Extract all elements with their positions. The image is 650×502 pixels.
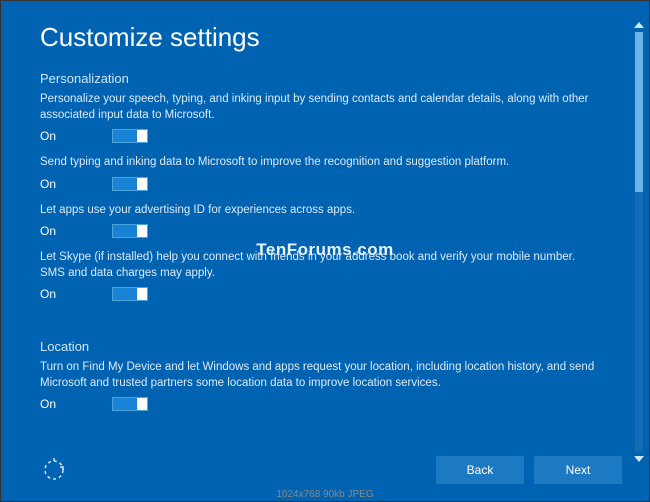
- scroll-down-icon[interactable]: [634, 456, 644, 462]
- toggle-switch[interactable]: [112, 177, 148, 191]
- scroll-thumb[interactable]: [635, 32, 643, 192]
- section-header-personalization: Personalization: [40, 71, 600, 86]
- footer-buttons: Back Next: [436, 456, 622, 484]
- toggle-row: On: [40, 224, 600, 238]
- section-header-location: Location: [40, 339, 600, 354]
- setting-find-my-device: Turn on Find My Device and let Windows a…: [40, 360, 600, 411]
- toggle-state-label: On: [40, 287, 64, 301]
- settings-content: Customize settings Personalization Perso…: [40, 22, 600, 462]
- setting-description: Let Skype (if installed) help you connec…: [40, 250, 600, 281]
- back-button[interactable]: Back: [436, 456, 524, 484]
- toggle-row: On: [40, 397, 600, 411]
- toggle-switch[interactable]: [112, 397, 148, 411]
- scroll-track[interactable]: [635, 32, 643, 452]
- setting-description: Personalize your speech, typing, and ink…: [40, 92, 600, 123]
- toggle-switch[interactable]: [112, 224, 148, 238]
- image-caption: 1024x768 90kb JPEG: [276, 489, 373, 500]
- scroll-up-icon[interactable]: [634, 22, 644, 28]
- toggle-row: On: [40, 129, 600, 143]
- toggle-switch[interactable]: [112, 287, 148, 301]
- toggle-state-label: On: [40, 224, 64, 238]
- toggle-state-label: On: [40, 177, 64, 191]
- vertical-scrollbar[interactable]: [632, 22, 646, 462]
- page-title: Customize settings: [40, 22, 600, 53]
- setting-description: Turn on Find My Device and let Windows a…: [40, 360, 600, 391]
- toggle-switch[interactable]: [112, 129, 148, 143]
- toggle-state-label: On: [40, 129, 64, 143]
- setting-send-typing-data: Send typing and inking data to Microsoft…: [40, 155, 600, 191]
- next-button[interactable]: Next: [534, 456, 622, 484]
- ease-of-access-icon: [42, 458, 66, 482]
- toggle-row: On: [40, 287, 600, 301]
- setting-speech-typing-inking: Personalize your speech, typing, and ink…: [40, 92, 600, 143]
- setting-description: Let apps use your advertising ID for exp…: [40, 203, 600, 219]
- toggle-state-label: On: [40, 397, 64, 411]
- ease-of-access-button[interactable]: [40, 456, 68, 484]
- toggle-row: On: [40, 177, 600, 191]
- setting-skype: Let Skype (if installed) help you connec…: [40, 250, 600, 301]
- setting-advertising-id: Let apps use your advertising ID for exp…: [40, 203, 600, 239]
- setting-description: Send typing and inking data to Microsoft…: [40, 155, 600, 171]
